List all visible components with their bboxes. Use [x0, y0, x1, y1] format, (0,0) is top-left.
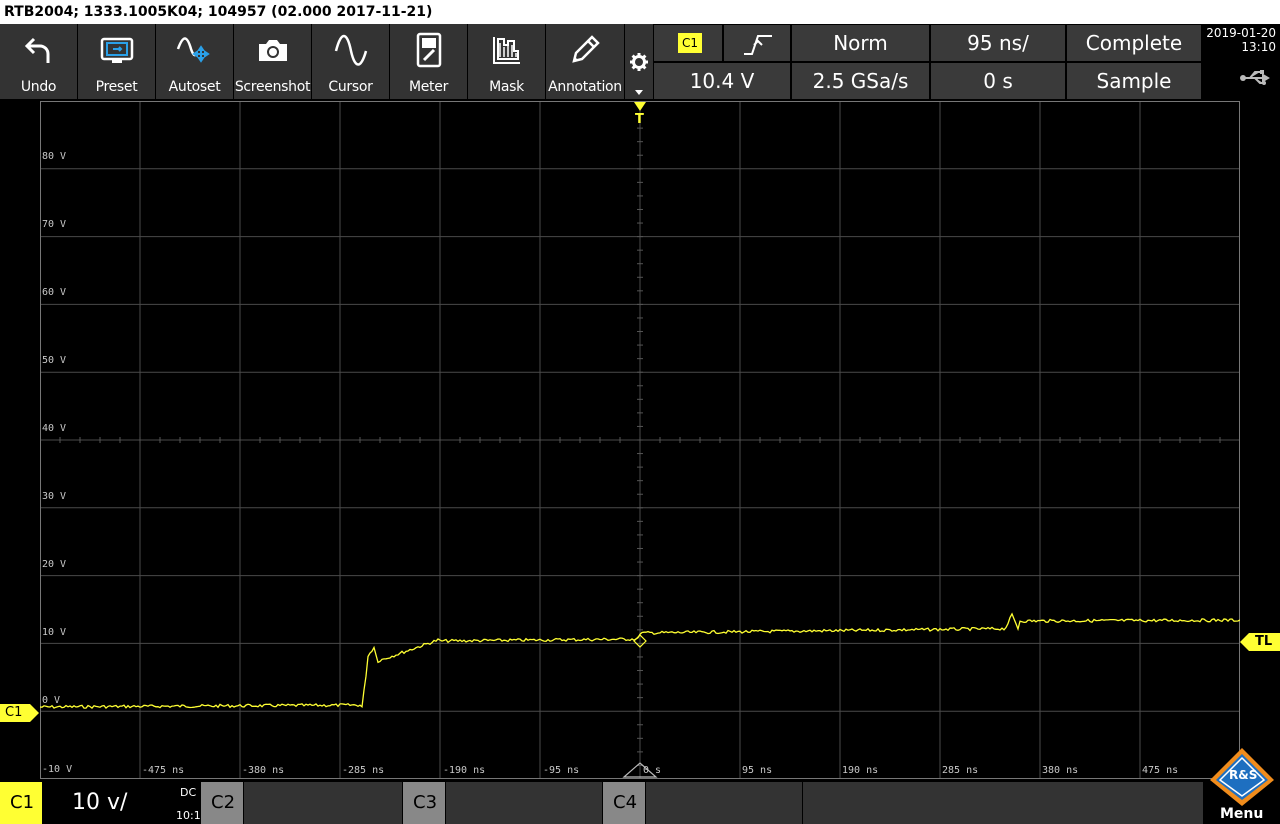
- y-label: 0 V: [42, 695, 61, 706]
- c1-scale: 10 v/: [72, 790, 128, 815]
- datetime: 2019-01-20 13:10: [1204, 26, 1276, 54]
- meter-label: Meter: [408, 79, 449, 95]
- trigger-slope-cell[interactable]: [723, 24, 791, 62]
- screenshot-label: Screenshot: [234, 79, 311, 95]
- x-label: 285 ns: [942, 765, 979, 776]
- x-label: -95 ns: [543, 765, 580, 776]
- channel-c1-tab[interactable]: C1: [0, 782, 42, 824]
- menu-label: Menu: [1220, 806, 1264, 822]
- y-label: 30 V: [42, 491, 67, 502]
- autoset-label: Autoset: [168, 79, 221, 95]
- trigger-level-label: TL: [1255, 634, 1273, 649]
- trigger-mode[interactable]: Norm: [791, 24, 930, 62]
- trigger-level-marker[interactable]: TL: [1240, 632, 1280, 652]
- c2-name: C2: [211, 792, 236, 813]
- date: 2019-01-20: [1206, 26, 1276, 40]
- cursor-icon: [312, 30, 389, 70]
- c4-name: C4: [613, 792, 638, 813]
- empty-info-area: [803, 782, 1203, 824]
- channel-c4-tab[interactable]: C4: [603, 782, 645, 824]
- screenshot-button[interactable]: Screenshot: [234, 24, 312, 99]
- mask-label: Mask: [489, 79, 524, 95]
- x-label: 380 ns: [1042, 765, 1079, 776]
- x-label: -285 ns: [342, 765, 385, 776]
- timebase[interactable]: 95 ns/: [930, 24, 1066, 62]
- preset-button[interactable]: Preset: [78, 24, 156, 99]
- sample-rate[interactable]: 2.5 GSa/s: [791, 62, 930, 100]
- c1-probe: 10:1: [176, 809, 201, 822]
- mask-button[interactable]: Mask: [468, 24, 546, 99]
- c3-name: C3: [413, 792, 438, 813]
- y-label: 20 V: [42, 559, 67, 570]
- waveform-display[interactable]: [40, 101, 1240, 779]
- horizontal-position[interactable]: 0 s: [930, 62, 1066, 100]
- y-label: 80 V: [42, 151, 67, 162]
- x-label: -190 ns: [443, 765, 486, 776]
- channel-c2-tab[interactable]: C2: [201, 782, 243, 824]
- c1-name: C1: [10, 792, 35, 813]
- y-label: 10 V: [42, 627, 67, 638]
- cursor-button[interactable]: Cursor: [312, 24, 390, 99]
- y-label: 60 V: [42, 287, 67, 298]
- x-label: -380 ns: [242, 765, 285, 776]
- title-bar: RTB2004; 1333.1005K04; 104957 (02.000 20…: [0, 0, 1280, 24]
- logo-text: R&S: [1229, 768, 1258, 782]
- channel-c3-tab[interactable]: C3: [403, 782, 445, 824]
- x-label: 475 ns: [1142, 765, 1179, 776]
- trigger-marker-label: T: [635, 112, 644, 127]
- annotation-button[interactable]: Annotation: [546, 24, 625, 99]
- channel-c3-settings[interactable]: [446, 782, 602, 824]
- x-label: 0 s: [643, 765, 662, 776]
- camera-icon: [234, 30, 311, 70]
- acquisition-status[interactable]: Complete: [1066, 24, 1202, 62]
- y-label: 40 V: [42, 423, 67, 434]
- undo-button[interactable]: Undo: [0, 24, 78, 99]
- cursor-label: Cursor: [328, 79, 373, 95]
- acquisition-mode[interactable]: Sample: [1066, 62, 1202, 100]
- undo-label: Undo: [20, 79, 57, 95]
- c1-offset-marker[interactable]: C1: [0, 703, 40, 723]
- channel-c1-settings[interactable]: 10 v/ DC 10:1: [42, 782, 201, 824]
- y-label: -10 V: [42, 764, 73, 775]
- trigger-source-badge: C1: [678, 33, 702, 53]
- title-text: RTB2004; 1333.1005K04; 104957 (02.000 20…: [4, 4, 433, 20]
- settings-button[interactable]: [625, 24, 653, 99]
- mask-icon: [468, 30, 545, 70]
- y-label: 50 V: [42, 355, 67, 366]
- trigger-level[interactable]: 10.4 V: [653, 62, 791, 100]
- preset-label: Preset: [95, 79, 138, 95]
- pencil-icon: [546, 30, 624, 70]
- usb-icon: [1240, 70, 1270, 85]
- c1-coupling: DC: [180, 786, 197, 799]
- meter-button[interactable]: Meter: [390, 24, 468, 99]
- channel-c2-settings[interactable]: [244, 782, 402, 824]
- autoset-button[interactable]: Autoset: [156, 24, 234, 99]
- channel-c4-settings[interactable]: [646, 782, 802, 824]
- annotation-label: Annotation: [548, 79, 622, 95]
- x-label: 95 ns: [742, 765, 773, 776]
- x-label: -475 ns: [142, 765, 185, 776]
- x-label: 190 ns: [842, 765, 879, 776]
- time: 13:10: [1241, 40, 1276, 54]
- trigger-time-marker[interactable]: T: [632, 101, 648, 129]
- autoset-icon: [156, 30, 233, 70]
- trigger-source-cell[interactable]: C1: [653, 24, 723, 62]
- menu-button[interactable]: R&S Menu: [1204, 744, 1280, 824]
- rising-edge-icon: [744, 35, 772, 55]
- undo-icon: [0, 30, 77, 70]
- y-label: 70 V: [42, 219, 67, 230]
- meter-icon: [390, 30, 467, 70]
- c1-marker-label: C1: [5, 705, 23, 720]
- preset-icon: [78, 30, 155, 70]
- gear-icon: [630, 53, 648, 95]
